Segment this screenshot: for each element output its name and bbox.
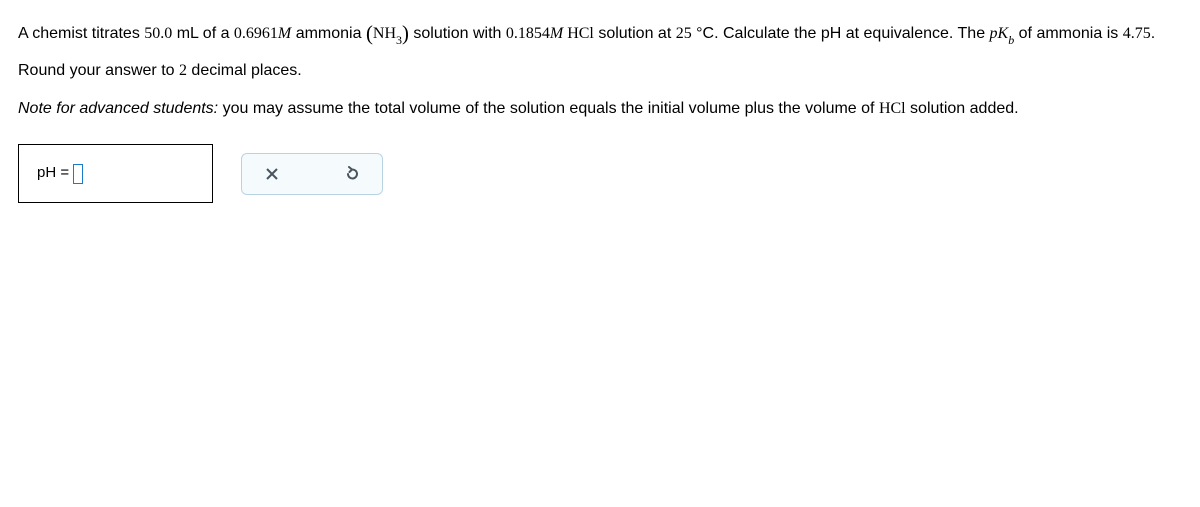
formula-nh3: NH (373, 25, 396, 42)
note-end: solution added. (906, 100, 1019, 117)
molar-unit: M (278, 25, 291, 42)
advanced-note: Note for advanced students: you may assu… (18, 94, 1182, 124)
text-segment: °C. Calculate the pH at equivalence. The (692, 25, 990, 42)
pkb-value: 4.75 (1123, 25, 1151, 42)
close-icon (264, 166, 280, 182)
text-segment: mL of a (172, 25, 234, 42)
note-formula: HCl (879, 100, 906, 117)
note-body: you may assume the total volume of the s… (218, 100, 879, 117)
answer-box: pH = (18, 144, 213, 203)
temperature: 25 (676, 25, 692, 42)
pkb-p: p (990, 25, 998, 42)
controls-box (241, 153, 383, 195)
reset-button[interactable] (342, 164, 362, 184)
paren-open: ( (366, 22, 373, 45)
conc-acid: 0.1854 (506, 25, 550, 42)
text-segment: A chemist titrates (18, 25, 144, 42)
pkb-sub: b (1008, 33, 1014, 47)
note-prefix: Note for advanced students: (18, 100, 218, 117)
text-segment: ammonia (291, 25, 366, 42)
text-segment: decimal places. (187, 62, 302, 79)
decimal-places: 2 (179, 62, 187, 79)
paren-close: ) (402, 22, 409, 45)
ph-label: pH = (37, 159, 69, 188)
text-segment: of ammonia is (1014, 25, 1122, 42)
conc-base: 0.6961 (234, 25, 278, 42)
formula-hcl: HCl (563, 25, 594, 42)
ph-input[interactable] (73, 164, 83, 184)
volume-base: 50.0 (144, 25, 172, 42)
pkb-k: K (998, 25, 1009, 42)
answer-row: pH = (18, 144, 1182, 203)
text-segment: solution with (409, 25, 506, 42)
clear-button[interactable] (262, 164, 282, 184)
text-segment: Round your answer to (18, 62, 179, 79)
problem-statement: A chemist titrates 50.0 mL of a 0.6961M … (18, 12, 1182, 52)
period: . (1151, 25, 1155, 42)
molar-unit: M (550, 25, 563, 42)
rounding-instruction: Round your answer to 2 decimal places. (18, 56, 1182, 86)
text-segment: solution at (594, 25, 676, 42)
undo-icon (344, 166, 360, 182)
